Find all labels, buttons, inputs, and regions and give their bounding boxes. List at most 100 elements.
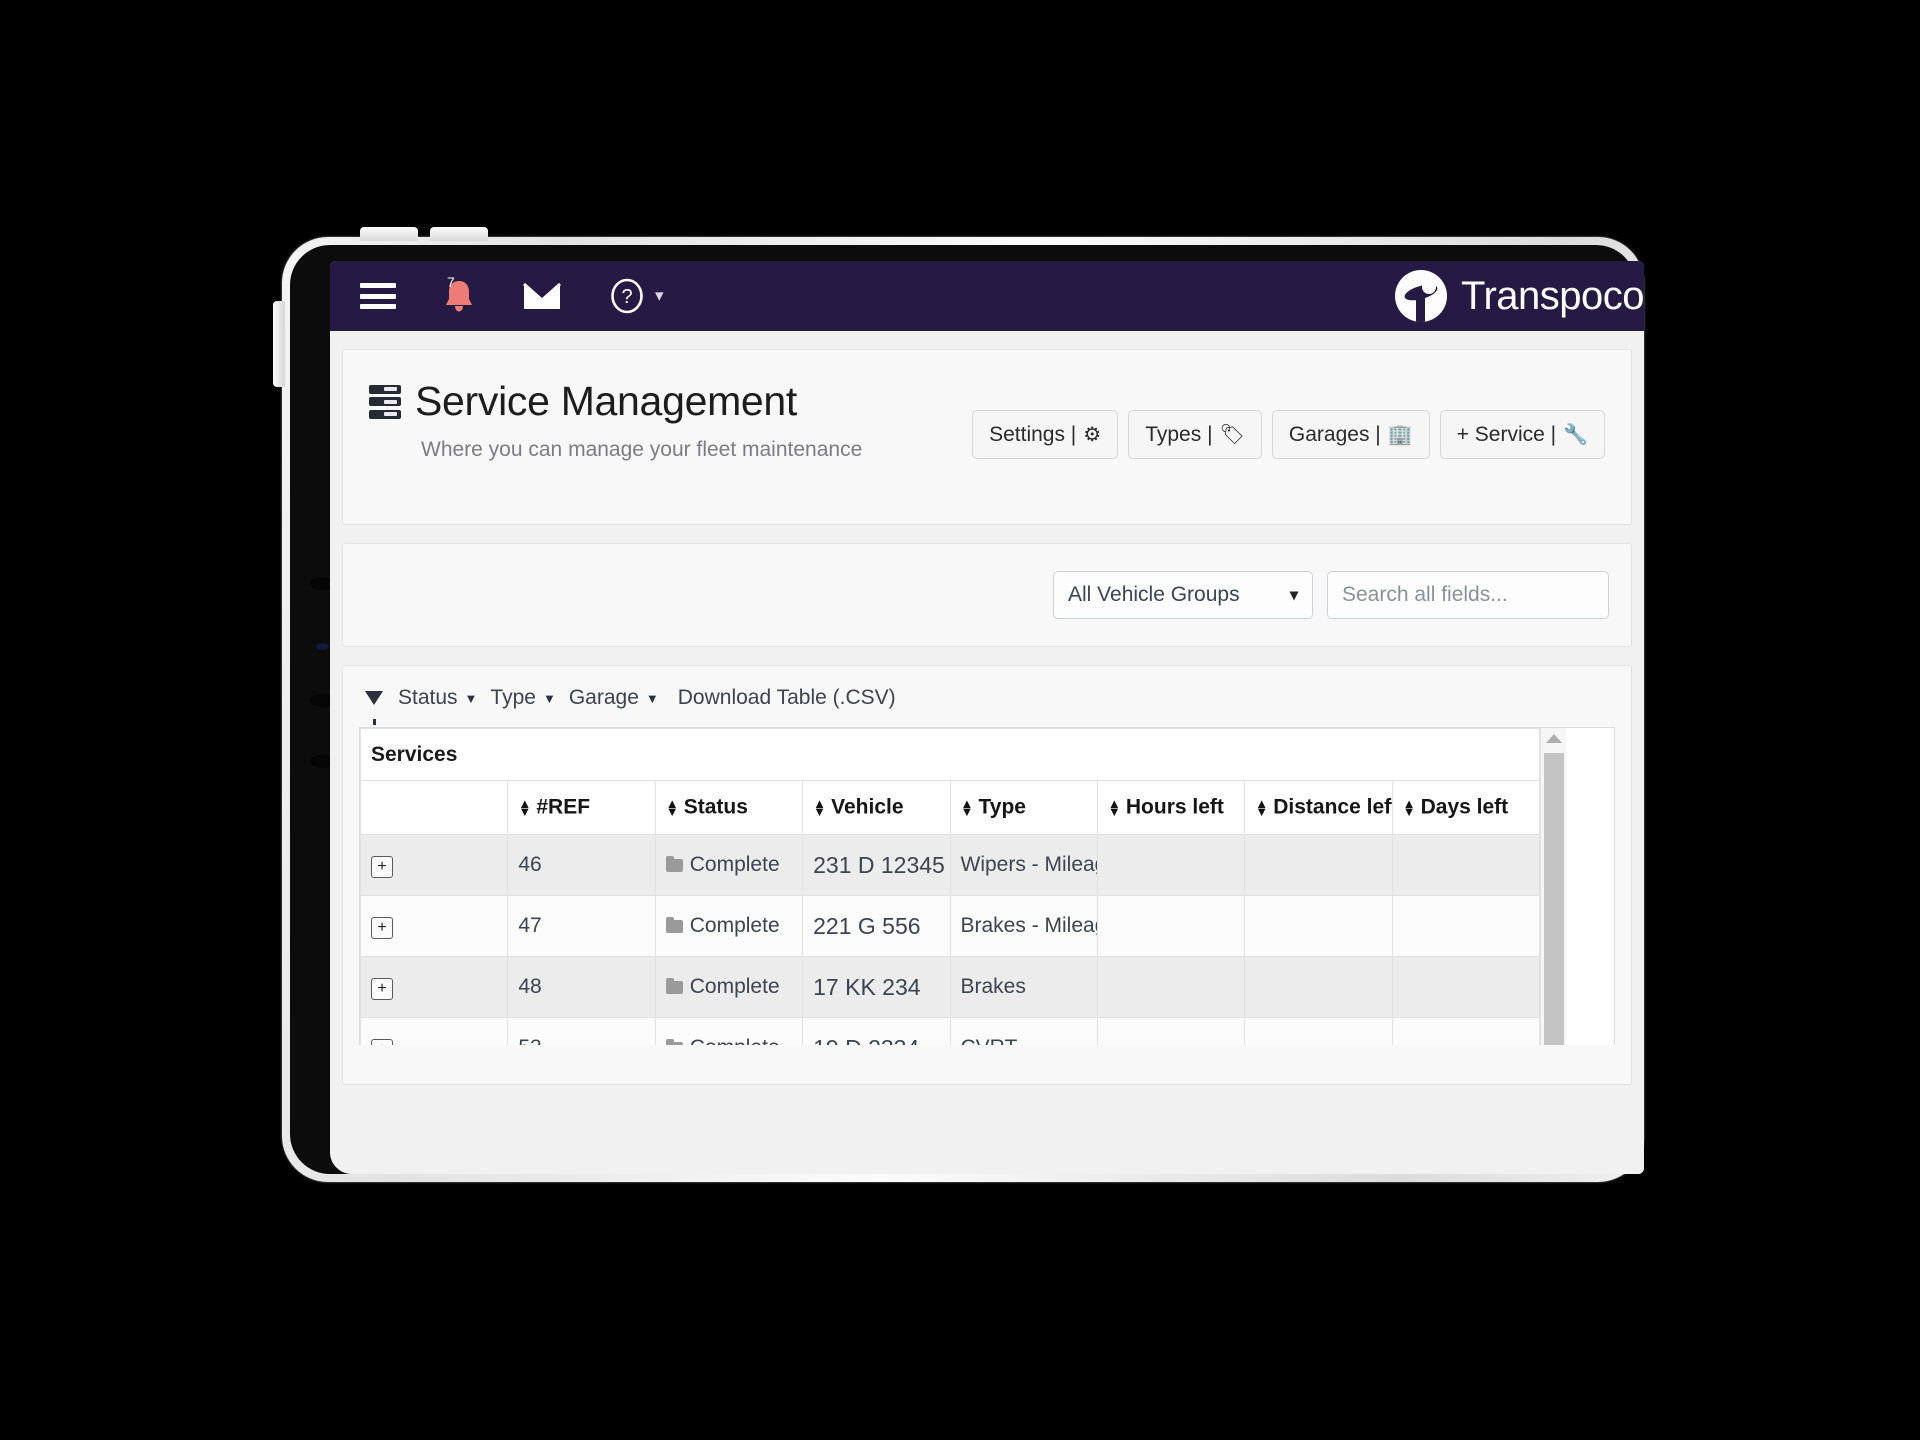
row-expand-cell[interactable]: +: [360, 956, 509, 1018]
row-expand-cell[interactable]: +: [360, 895, 509, 957]
search-input[interactable]: Search all fields...: [1327, 571, 1609, 619]
garages-button-label: Garages |: [1288, 422, 1381, 446]
scrollbar-thumb[interactable]: [1544, 753, 1564, 1045]
cell-distance-left: [1244, 956, 1393, 1018]
table-group-header-row: Services: [360, 728, 1540, 781]
page-title: Service Management: [369, 378, 862, 425]
expand-row-button[interactable]: +: [371, 855, 393, 878]
folder-icon: [665, 978, 683, 994]
column-header-days-left[interactable]: ▲ ▼ Days left: [1391, 780, 1541, 835]
bell-icon: 7: [442, 274, 476, 315]
front-camera: [316, 643, 329, 650]
table-row[interactable]: + 53 Complete 19 D 2334 CVRT: [360, 1017, 1541, 1045]
tablet-screen: 7 ? ▾ Transpoco Service Management Where…: [330, 261, 1644, 1174]
column-header-status[interactable]: ▲ ▼ Status: [654, 780, 804, 835]
expand-row-button[interactable]: +: [371, 1038, 393, 1045]
cell-hours-left: [1096, 895, 1246, 957]
cell-days-left: [1391, 834, 1541, 896]
column-header-ref[interactable]: ▲ ▼ #REF: [507, 780, 656, 835]
status-filter-dropdown[interactable]: Status ▼: [398, 686, 477, 710]
column-header-expand: [360, 780, 509, 835]
cell-ref: 46: [507, 834, 656, 896]
status-filter-label: Status: [398, 686, 458, 709]
service-list-icon: [369, 384, 401, 419]
scroll-up-arrow-icon[interactable]: [1545, 734, 1562, 743]
table-toolbar: Status ▼ Type ▼ Garage ▼ Download Table …: [343, 666, 1631, 727]
cell-distance-left: [1244, 895, 1393, 957]
column-header-distance-left[interactable]: ▲ ▼ Distance left: [1244, 780, 1393, 835]
type-filter-label: Type: [490, 686, 536, 709]
brand-logo[interactable]: Transpoco: [1395, 270, 1644, 322]
column-header-vehicle[interactable]: ▲ ▼ Vehicle: [802, 780, 951, 835]
table-row[interactable]: + 46 Complete 231 D 12345 Wipers - Milea…: [360, 834, 1541, 896]
garage-filter-dropdown[interactable]: Garage ▼: [569, 686, 659, 710]
cell-ref: 53: [507, 1017, 656, 1045]
search-input-placeholder: Search all fields...: [1342, 583, 1508, 606]
volume-down-button[interactable]: [430, 227, 488, 241]
types-button[interactable]: Types | 🏷: [1128, 410, 1262, 459]
services-group-header: Services: [360, 728, 1540, 781]
wrench-icon: 🔧: [1563, 424, 1588, 446]
chevron-down-icon: ▼: [464, 690, 478, 706]
navbar-icon-group: 7 ? ▾: [360, 274, 664, 315]
tablet-device-frame: 7 ? ▾ Transpoco Service Management Where…: [273, 227, 1644, 1182]
page-title-text: Service Management: [415, 378, 798, 424]
sort-icon: ▲ ▼: [518, 795, 532, 819]
expand-row-button[interactable]: +: [371, 916, 393, 939]
cell-ref: 47: [507, 895, 656, 957]
download-csv-link[interactable]: Download Table (.CSV): [678, 686, 896, 710]
add-service-button[interactable]: + Service | 🔧: [1439, 410, 1605, 459]
folder-icon: [665, 917, 683, 933]
sort-icon: ▲ ▼: [1107, 795, 1121, 819]
cell-type: CVRT: [949, 1017, 1098, 1045]
hamburger-menu-button[interactable]: [360, 283, 396, 309]
gear-icon: ⚙: [1083, 424, 1102, 446]
help-button[interactable]: ? ▾: [608, 277, 664, 315]
table-row[interactable]: + 47 Complete 221 G 556 Brakes - Mileage: [360, 895, 1541, 957]
volume-up-button[interactable]: [360, 227, 418, 241]
folder-icon: [665, 856, 683, 872]
column-header-hours-left[interactable]: ▲ ▼ Hours left: [1096, 780, 1246, 835]
header-action-buttons: Settings | ⚙ Types | 🏷 Garages | 🏢 + Ser…: [972, 378, 1605, 459]
cell-distance-left: [1244, 834, 1393, 896]
vehicle-group-select[interactable]: All Vehicle Groups ▾: [1053, 571, 1313, 619]
chevron-down-icon: ▾: [655, 286, 664, 305]
row-expand-cell[interactable]: +: [360, 1017, 509, 1045]
garage-filter-label: Garage: [568, 686, 639, 709]
tag-icon: 🏷: [1219, 424, 1245, 446]
garages-button[interactable]: Garages | 🏢: [1271, 410, 1430, 459]
power-button[interactable]: [273, 301, 285, 387]
cell-days-left: [1391, 956, 1541, 1018]
table-body: + 46 Complete 231 D 12345 Wipers - Milea…: [360, 834, 1541, 1045]
page-body: Service Management Where you can manage …: [330, 331, 1644, 1174]
page-header-card: Service Management Where you can manage …: [342, 349, 1632, 525]
hamburger-icon: [360, 283, 396, 309]
sort-icon: ▲ ▼: [960, 795, 974, 819]
table-vertical-scrollbar[interactable]: [1540, 728, 1566, 1045]
cell-hours-left: [1096, 1017, 1246, 1045]
sort-icon: ▲ ▼: [1402, 795, 1416, 819]
filter-card: All Vehicle Groups ▾ Search all fields..…: [342, 543, 1632, 647]
cell-vehicle: 19 D 2334: [802, 1017, 951, 1045]
building-icon: 🏢: [1387, 424, 1413, 446]
help-circle-icon: ?: [611, 278, 643, 314]
type-filter-dropdown[interactable]: Type ▼: [490, 686, 555, 710]
table-row[interactable]: + 48 Complete 17 KK 234 Brakes: [360, 956, 1541, 1018]
chevron-down-icon: ▼: [645, 690, 659, 706]
cell-days-left: [1391, 1017, 1541, 1045]
sort-icon: ▲ ▼: [665, 795, 679, 819]
notifications-button[interactable]: 7: [442, 274, 476, 315]
cell-status: Complete: [654, 1017, 804, 1045]
mail-button[interactable]: [522, 281, 562, 311]
settings-button[interactable]: Settings | ⚙: [972, 410, 1119, 459]
services-grid-wrapper: Services ▲ ▼ #REF ▲ ▼ Status ▲ ▼ Vehicle…: [359, 727, 1615, 1045]
expand-row-button[interactable]: +: [371, 977, 393, 1000]
cell-vehicle: 221 G 556: [802, 895, 951, 957]
cell-ref: 48: [507, 956, 656, 1018]
types-button-label: Types |: [1145, 422, 1213, 446]
mail-icon: [523, 282, 561, 309]
column-header-type[interactable]: ▲ ▼ Type: [949, 780, 1098, 835]
row-expand-cell[interactable]: +: [360, 834, 509, 896]
status-text: Complete: [689, 914, 780, 937]
table-head: Services ▲ ▼ #REF ▲ ▼ Status ▲ ▼ Vehicle…: [360, 728, 1541, 835]
